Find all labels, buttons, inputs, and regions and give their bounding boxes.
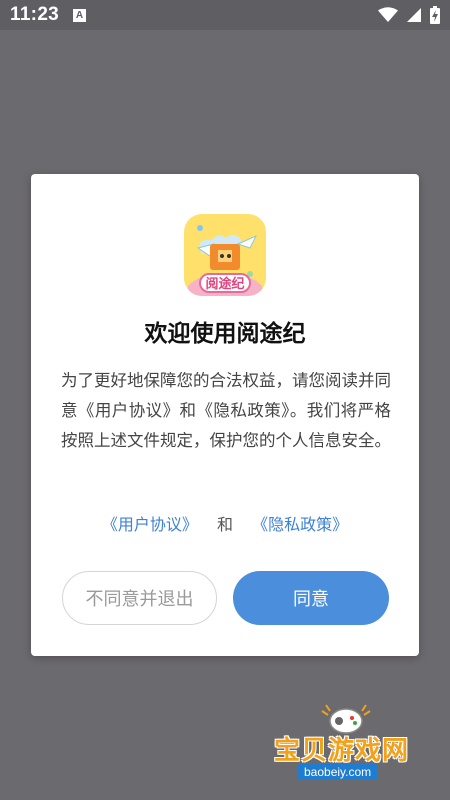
app-icon: 阅途纪 xyxy=(184,214,266,296)
policy-links: 《用户协议》 和 《隐私政策》 xyxy=(31,511,419,535)
links-and-text: 和 xyxy=(216,515,233,534)
battery-charging-icon xyxy=(430,6,440,24)
disagree-exit-button[interactable]: 不同意并退出 xyxy=(62,571,217,625)
watermark-url: baobeiy.com xyxy=(298,764,378,780)
signal-icon xyxy=(407,8,421,22)
wifi-icon xyxy=(378,7,398,22)
watermark: 宝贝游戏网 baobeiy.com xyxy=(268,704,428,785)
privacy-dialog: 阅途纪 欢迎使用阅途纪 为了更好地保障您的合法权益，请您阅读并同意《用户协议》和… xyxy=(31,174,419,656)
status-bar: 11:23 A xyxy=(0,0,450,30)
agree-button[interactable]: 同意 xyxy=(233,571,389,625)
dialog-body-text: 为了更好地保障您的合法权益，请您阅读并同意《用户协议》和《隐私政策》。我们将严格… xyxy=(61,371,391,450)
app-icon-text: 阅途纪 xyxy=(205,276,244,292)
notification-a-icon: A xyxy=(73,8,87,22)
user-agreement-link[interactable]: 《用户协议》 xyxy=(102,515,198,534)
privacy-policy-link[interactable]: 《隐私政策》 xyxy=(252,515,348,534)
status-icons xyxy=(378,6,440,24)
dialog-title: 欢迎使用阅途纪 xyxy=(144,321,306,347)
watermark-text: 宝贝游戏网 xyxy=(274,736,410,766)
status-time: 11:23 xyxy=(10,4,60,25)
